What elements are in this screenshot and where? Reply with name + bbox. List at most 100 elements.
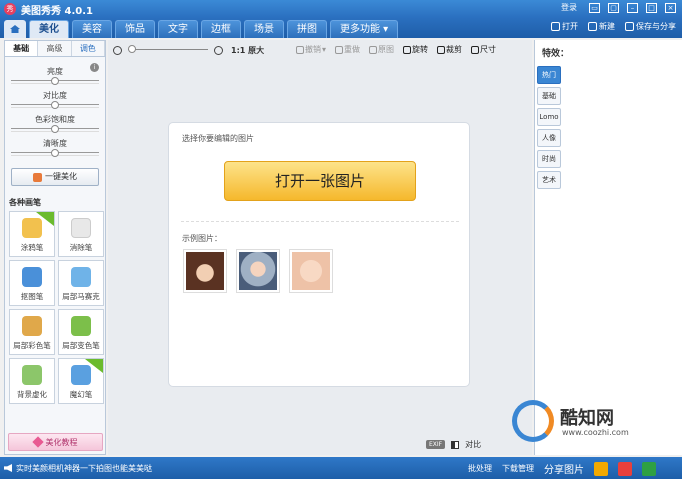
tab-basic[interactable]: 基础 — [5, 41, 39, 56]
sharpness-slider[interactable] — [11, 149, 99, 157]
compare-icon[interactable] — [451, 440, 460, 449]
fx-tab-lomo[interactable]: Lomo — [537, 108, 561, 126]
share-image-button[interactable]: 分享图片 — [544, 461, 584, 476]
tab-more-label: 更多功能 — [340, 24, 380, 35]
saturation-label: 色彩饱和度 — [35, 115, 75, 124]
tool-mosaic[interactable]: 局部马赛克 — [58, 260, 104, 306]
paint-bucket-icon — [71, 316, 91, 336]
sample-image-3[interactable] — [289, 249, 333, 293]
zoom-slider[interactable] — [128, 44, 208, 53]
tool-doodle-pen[interactable]: 涂鸦笔 — [9, 211, 55, 257]
tool-label: 涂鸦笔 — [20, 243, 44, 252]
crop-button[interactable]: 裁剪 — [437, 44, 462, 55]
original-size-button[interactable]: 1:1 原大 — [231, 45, 264, 56]
tool-label: 局部彩色笔 — [13, 341, 51, 350]
sample-image-2[interactable] — [236, 249, 280, 293]
tab-beautify[interactable]: 美化 — [29, 20, 69, 38]
home-tab[interactable] — [4, 20, 26, 38]
blur-icon — [22, 365, 42, 385]
tool-label: 背景虚化 — [17, 390, 47, 399]
tab-scene[interactable]: 场景 — [244, 20, 284, 38]
tab-collage[interactable]: 拼图 — [287, 20, 327, 38]
star-icon[interactable] — [594, 461, 608, 476]
exif-button[interactable]: EXIF — [426, 440, 446, 449]
adjust-panel: 基础 高级 调色 i 亮度 对比度 色彩饱和度 清晰度 一键美化 各种画笔 涂鸦… — [4, 40, 106, 455]
status-message[interactable]: 实时美颜相机神器一下拍图也能美美哒 — [16, 463, 152, 474]
tool-background-blur[interactable]: 背景虚化 — [9, 358, 55, 404]
tool-cutout-pen[interactable]: 抠图笔 — [9, 260, 55, 306]
close-icon[interactable]: × — [665, 2, 676, 13]
beautify-tutorial-button[interactable]: 美化教程 — [8, 433, 103, 451]
reset-label: 原图 — [378, 45, 395, 54]
minimize-icon[interactable]: – — [627, 2, 638, 13]
brightness-slider[interactable] — [11, 77, 99, 85]
tab-beauty[interactable]: 美容 — [72, 20, 112, 38]
tool-color-pen[interactable]: 局部彩色笔 — [9, 309, 55, 355]
maximize-icon[interactable]: □ — [646, 2, 657, 13]
save-share-button[interactable]: 保存与分享 — [625, 21, 676, 32]
info-icon[interactable]: i — [90, 63, 99, 72]
open-image-button[interactable]: 打开一张图片 — [224, 161, 416, 201]
weibo-icon[interactable] — [618, 461, 632, 476]
save-share-label: 保存与分享 — [636, 22, 676, 31]
window-controls: 登录 ▭ ▢ – □ × — [561, 2, 676, 13]
zoom-knob[interactable] — [128, 44, 136, 53]
new-button[interactable]: 新建 — [588, 21, 615, 32]
edit-toolbar: 1:1 原大 撤销 ▾ 重做 原图 旋转 裁剪 尺寸 — [108, 40, 532, 60]
redo-label: 重做 — [344, 45, 361, 54]
tab-more[interactable]: 更多功能 ▾ — [330, 20, 399, 38]
plus-icon — [588, 22, 597, 31]
tab-accessories[interactable]: 饰品 — [115, 20, 155, 38]
sample-photo — [292, 252, 330, 290]
redo-button[interactable]: 重做 — [335, 44, 360, 55]
saturation-slider[interactable] — [11, 125, 99, 133]
message-icon[interactable]: ▭ — [589, 2, 600, 13]
download-manager-button[interactable]: 下载管理 — [502, 463, 534, 474]
brightness-knob[interactable] — [51, 77, 59, 85]
undo-button[interactable]: 撤销 ▾ — [296, 44, 326, 55]
status-actions: 批处理 下载管理 分享图片 — [468, 461, 656, 476]
resize-icon — [471, 45, 480, 54]
tool-label: 消除笔 — [69, 243, 93, 252]
magic-wand-icon — [71, 365, 91, 385]
fx-tab-popular[interactable]: 热门 — [537, 66, 561, 84]
fx-tab-fashion[interactable]: 时尚 — [537, 150, 561, 168]
orig-label: 原大 — [248, 45, 265, 55]
fx-tab-basic[interactable]: 基础 — [537, 87, 561, 105]
tool-label: 局部马赛克 — [62, 292, 100, 301]
contrast-knob[interactable] — [51, 101, 59, 109]
bottom-tools: EXIF 对比 — [426, 439, 481, 450]
zoom-in-icon[interactable] — [214, 45, 223, 55]
app-logo-icon: 秀 — [4, 3, 16, 15]
skin-icon[interactable]: ▢ — [608, 2, 619, 13]
rotate-button[interactable]: 旋转 — [403, 44, 428, 55]
size-button[interactable]: 尺寸 — [471, 44, 496, 55]
zoom-out-icon[interactable] — [113, 45, 122, 55]
fx-tab-art[interactable]: 艺术 — [537, 171, 561, 189]
tool-magic-pen[interactable]: 魔幻笔 — [58, 358, 104, 404]
watermark-brand: 酷知网 — [560, 408, 614, 429]
tab-border[interactable]: 边框 — [201, 20, 241, 38]
tab-advanced[interactable]: 高级 — [38, 41, 72, 56]
open-button[interactable]: 打开 — [551, 21, 578, 32]
add-icon[interactable] — [642, 461, 656, 476]
new-label: 新建 — [599, 22, 615, 31]
sample-photo — [239, 252, 277, 290]
reset-button[interactable]: 原图 — [369, 44, 394, 55]
contrast-slider[interactable] — [11, 101, 99, 109]
speaker-icon — [4, 464, 12, 472]
fx-tab-portrait[interactable]: 人像 — [537, 129, 561, 147]
batch-button[interactable]: 批处理 — [468, 463, 492, 474]
sample-image-1[interactable] — [183, 249, 227, 293]
login-link[interactable]: 登录 — [561, 2, 577, 13]
edit-actions: 撤销 ▾ 重做 原图 旋转 裁剪 尺寸 — [296, 44, 496, 55]
tool-eraser-pen[interactable]: 消除笔 — [58, 211, 104, 257]
sharpness-knob[interactable] — [51, 149, 59, 157]
one-key-beautify-button[interactable]: 一键美化 — [11, 168, 99, 186]
tab-color[interactable]: 调色 — [72, 41, 105, 56]
compare-label[interactable]: 对比 — [465, 439, 481, 450]
saturation-knob[interactable] — [51, 125, 59, 133]
adjust-tabs: 基础 高级 调色 — [5, 41, 105, 57]
tab-text[interactable]: 文字 — [158, 20, 198, 38]
tool-recolor-pen[interactable]: 局部变色笔 — [58, 309, 104, 355]
